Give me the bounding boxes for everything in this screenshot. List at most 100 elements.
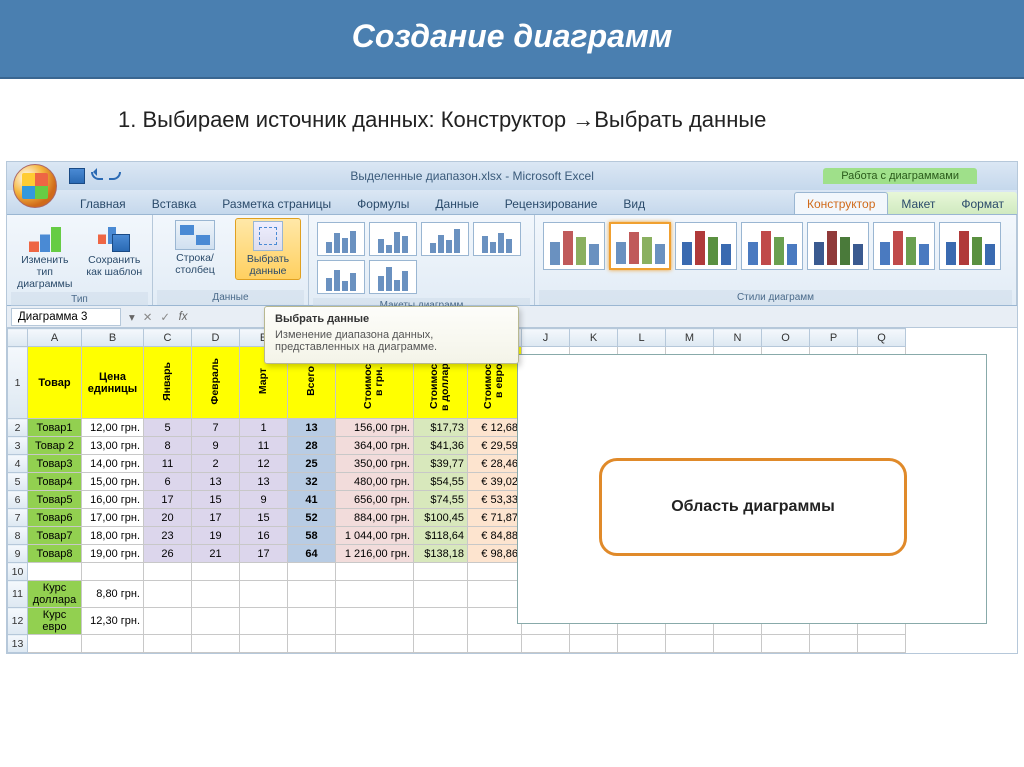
redo-icon[interactable]: [109, 172, 121, 180]
name-box[interactable]: Диаграмма 3: [11, 308, 121, 326]
cell[interactable]: € 29,59: [468, 437, 522, 455]
style-thumb[interactable]: [741, 222, 803, 270]
cell[interactable]: [468, 608, 522, 635]
save-as-template-button[interactable]: Сохранить как шаблон: [81, 218, 149, 280]
cell[interactable]: Товар4: [28, 473, 82, 491]
cell[interactable]: 18,00 грн.: [82, 527, 144, 545]
tab-page-layout[interactable]: Разметка страницы: [209, 192, 344, 214]
cell[interactable]: [192, 563, 240, 581]
col-header[interactable]: O: [762, 329, 810, 347]
cell[interactable]: $39,77: [414, 455, 468, 473]
cell[interactable]: 26: [144, 545, 192, 563]
style-thumb[interactable]: [807, 222, 869, 270]
cell[interactable]: $138,18: [414, 545, 468, 563]
cell[interactable]: 13: [240, 473, 288, 491]
cell[interactable]: 13: [288, 419, 336, 437]
cell[interactable]: [468, 581, 522, 608]
cell[interactable]: 156,00 грн.: [336, 419, 414, 437]
cell[interactable]: € 53,33: [468, 491, 522, 509]
cell[interactable]: Товар3: [28, 455, 82, 473]
cell[interactable]: [240, 635, 288, 653]
undo-icon[interactable]: [91, 172, 103, 180]
cell[interactable]: [28, 563, 82, 581]
tab-design[interactable]: Конструктор: [794, 192, 888, 214]
cell[interactable]: 1: [240, 419, 288, 437]
cell[interactable]: $74,55: [414, 491, 468, 509]
office-button[interactable]: [13, 164, 57, 208]
enter-icon[interactable]: ✓: [156, 310, 174, 324]
cell[interactable]: 12,30 грн.: [82, 608, 144, 635]
row-header[interactable]: 10: [8, 563, 28, 581]
col-header[interactable]: N: [714, 329, 762, 347]
cell[interactable]: Товар7: [28, 527, 82, 545]
cell[interactable]: 52: [288, 509, 336, 527]
cell[interactable]: Цена единицы: [82, 347, 144, 419]
cell[interactable]: € 71,87: [468, 509, 522, 527]
cell[interactable]: [240, 581, 288, 608]
row-header[interactable]: 6: [8, 491, 28, 509]
row-header[interactable]: 1: [8, 347, 28, 419]
cell[interactable]: 16,00 грн.: [82, 491, 144, 509]
switch-row-col-button[interactable]: Строка/столбец: [157, 218, 233, 278]
cell[interactable]: [82, 563, 144, 581]
cell[interactable]: € 98,86: [468, 545, 522, 563]
cell[interactable]: 41: [288, 491, 336, 509]
cell[interactable]: [336, 635, 414, 653]
style-thumb[interactable]: [873, 222, 935, 270]
cell[interactable]: Курс евро: [28, 608, 82, 635]
cell[interactable]: € 39,02: [468, 473, 522, 491]
col-header[interactable]: P: [810, 329, 858, 347]
col-header[interactable]: M: [666, 329, 714, 347]
cell[interactable]: 7: [192, 419, 240, 437]
cell[interactable]: [414, 608, 468, 635]
cell[interactable]: 2: [192, 455, 240, 473]
cell[interactable]: [414, 563, 468, 581]
cell[interactable]: $54,55: [414, 473, 468, 491]
cell[interactable]: [414, 581, 468, 608]
select-all-cell[interactable]: [8, 329, 28, 347]
tab-data[interactable]: Данные: [422, 192, 491, 214]
cell[interactable]: 364,00 грн.: [336, 437, 414, 455]
row-header[interactable]: 9: [8, 545, 28, 563]
cell[interactable]: Январь: [144, 347, 192, 419]
select-data-button[interactable]: Выбрать данные: [235, 218, 301, 280]
cell[interactable]: [144, 563, 192, 581]
cell[interactable]: 17: [240, 545, 288, 563]
cell[interactable]: 11: [144, 455, 192, 473]
cell[interactable]: 64: [288, 545, 336, 563]
cell[interactable]: 16: [240, 527, 288, 545]
row-header[interactable]: 5: [8, 473, 28, 491]
cell[interactable]: € 84,88: [468, 527, 522, 545]
style-thumb[interactable]: [543, 222, 605, 270]
cell[interactable]: [144, 581, 192, 608]
cell[interactable]: [858, 635, 906, 653]
cell[interactable]: 19,00 грн.: [82, 545, 144, 563]
col-header[interactable]: C: [144, 329, 192, 347]
cell[interactable]: [336, 581, 414, 608]
cell[interactable]: 5: [144, 419, 192, 437]
cell[interactable]: [82, 635, 144, 653]
save-icon[interactable]: [69, 168, 85, 184]
style-thumb[interactable]: [939, 222, 1001, 270]
layout-thumb[interactable]: [317, 222, 365, 256]
col-header[interactable]: J: [522, 329, 570, 347]
cell[interactable]: [468, 635, 522, 653]
cell[interactable]: Товар6: [28, 509, 82, 527]
layout-thumb[interactable]: [317, 260, 365, 294]
cell[interactable]: 32: [288, 473, 336, 491]
cell[interactable]: Товар5: [28, 491, 82, 509]
col-header[interactable]: Q: [858, 329, 906, 347]
cell[interactable]: [810, 635, 858, 653]
cell[interactable]: 15,00 грн.: [82, 473, 144, 491]
col-header[interactable]: L: [618, 329, 666, 347]
col-header[interactable]: A: [28, 329, 82, 347]
cell[interactable]: Товар: [28, 347, 82, 419]
row-header[interactable]: 11: [8, 581, 28, 608]
row-header[interactable]: 7: [8, 509, 28, 527]
layout-thumb[interactable]: [369, 260, 417, 294]
cell[interactable]: 17: [192, 509, 240, 527]
cell[interactable]: 28: [288, 437, 336, 455]
cell[interactable]: [240, 563, 288, 581]
cell[interactable]: [336, 608, 414, 635]
cell[interactable]: [240, 608, 288, 635]
